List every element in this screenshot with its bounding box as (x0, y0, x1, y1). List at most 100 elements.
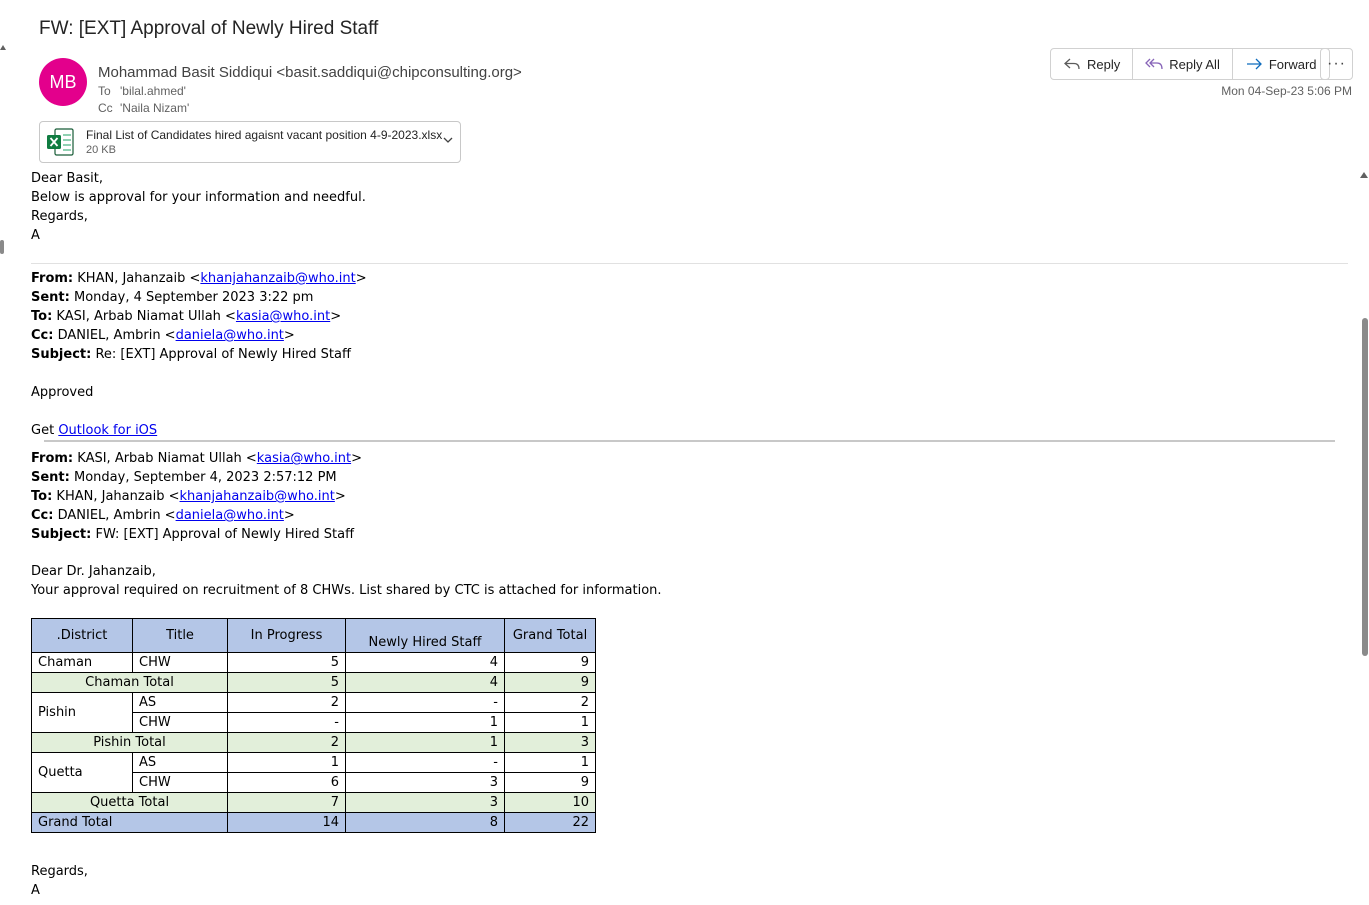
table-cell: Quetta (31, 752, 133, 793)
outlook-footer: Get Outlook for iOS (31, 423, 158, 438)
chevron-down-icon[interactable] (442, 134, 454, 146)
table-cell: 1 (345, 712, 505, 733)
table-cell: 3 (345, 792, 505, 813)
table-cell: 9 (504, 772, 596, 793)
avatar: MB (39, 58, 87, 106)
table-cell: CHW (132, 712, 228, 733)
fwd1-cc: Cc: DANIEL, Ambrin <daniela@who.int> (31, 328, 295, 343)
avatar-initials: MB (49, 71, 77, 92)
table-cell: - (227, 712, 346, 733)
table-row: Chaman CHW 5 4 9 (31, 652, 596, 673)
fwd2-to: To: KHAN, Jahanzaib <khanjahanzaib@who.i… (31, 489, 346, 504)
table-cell: 5 (227, 672, 346, 693)
fwd2-subject: Subject: FW: [EXT] Approval of Newly Hir… (31, 527, 355, 542)
fwd2-sent: Sent: Monday, September 4, 2023 2:57:12 … (31, 470, 337, 485)
table-cell: - (345, 752, 505, 773)
table-row: Pishin AS 2 - 2 (31, 692, 596, 733)
table-cell: - (345, 692, 505, 713)
table-cell: Chaman (31, 652, 133, 673)
greeting-line-3: Regards, (31, 209, 88, 224)
cc-line: Cc 'Naila Nizam' (98, 101, 189, 115)
fwd2-body: Your approval required on recruitment of… (31, 583, 662, 598)
sender-name[interactable]: Mohammad Basit Siddiqui <basit.saddiqui@… (98, 64, 522, 81)
table-cell: 2 (227, 692, 346, 713)
left-scroll-thumb[interactable] (0, 240, 4, 254)
fwd1-subject: Subject: Re: [EXT] Approval of Newly Hir… (31, 347, 351, 362)
table-cell: CHW (132, 772, 228, 793)
reply-button[interactable]: Reply (1051, 49, 1134, 79)
table-cell: Grand Total (31, 812, 228, 833)
greeting-line-4: A (31, 228, 40, 243)
table-cell: 6 (227, 772, 346, 793)
table-cell: 10 (504, 792, 596, 813)
table-cell: 2 (227, 732, 346, 753)
to-label: To (98, 84, 111, 98)
table-cell: 1 (504, 712, 596, 733)
action-toolbar: Reply Reply All Forward (1050, 48, 1330, 80)
greeting-line-2: Below is approval for your information a… (31, 190, 366, 205)
fwd2-to-email-link[interactable]: khanjahanzaib@who.int (180, 489, 335, 504)
to-recipient[interactable]: 'bilal.ahmed' (120, 84, 186, 98)
divider (44, 440, 1335, 442)
recruitment-table: .District Title In Progress Newly Hired … (31, 618, 596, 833)
table-cell: 3 (504, 732, 596, 753)
email-subject: FW: [EXT] Approval of Newly Hired Staff (39, 18, 379, 39)
fwd1-to-email-link[interactable]: kasia@who.int (236, 309, 330, 324)
table-cell: 22 (504, 812, 596, 833)
table-cell: Pishin (31, 692, 133, 733)
table-cell: 3 (345, 772, 505, 793)
fwd2-cc-email-link[interactable]: daniela@who.int (176, 508, 284, 523)
table-cell: Pishin Total (31, 732, 228, 753)
outlook-for-ios-link[interactable]: Outlook for iOS (58, 423, 157, 438)
table-subtotal-row: Quetta Total 7 3 10 (31, 792, 596, 813)
table-cell: CHW (132, 652, 228, 673)
fwd1-cc-email-link[interactable]: daniela@who.int (176, 328, 284, 343)
excel-icon (47, 128, 74, 156)
table-header-row: .District Title In Progress Newly Hired … (31, 618, 596, 653)
ellipsis-icon: ··· (1327, 55, 1346, 72)
table-header: Title (132, 618, 228, 653)
fwd1-sent: Sent: Monday, 4 September 2023 3:22 pm (31, 290, 314, 305)
reply-icon (1064, 58, 1080, 70)
reply-all-label: Reply All (1169, 56, 1220, 72)
reply-label: Reply (1087, 56, 1121, 72)
table-cell: Quetta Total (31, 792, 228, 813)
table-header: .District (31, 618, 133, 653)
table-cell: 1 (504, 752, 596, 773)
left-scroll-up-arrow[interactable] (0, 45, 6, 50)
forward-label: Forward (1268, 56, 1317, 72)
table-header: In Progress (227, 618, 346, 653)
fwd2-from: From: KASI, Arbab Niamat Ullah <kasia@wh… (31, 451, 362, 466)
fwd2-from-email-link[interactable]: kasia@who.int (257, 451, 351, 466)
reply-all-button[interactable]: Reply All (1133, 49, 1233, 79)
cc-recipient[interactable]: 'Naila Nizam' (120, 101, 189, 115)
table-cell: 9 (504, 652, 596, 673)
greeting-line-1: Dear Basit, (31, 171, 103, 186)
table-cell: 7 (227, 792, 346, 813)
closing-line-1: Regards, (31, 864, 88, 879)
table-cell: 9 (504, 672, 596, 693)
attachment-size: 20 KB (86, 144, 116, 156)
forward-icon (1246, 58, 1262, 70)
table-cell: 14 (227, 812, 346, 833)
table-cell: 4 (345, 672, 505, 693)
attachment-card[interactable]: Final List of Candidates hired agaisnt v… (39, 121, 461, 163)
divider (31, 263, 1348, 264)
scrollbar-thumb[interactable] (1362, 318, 1368, 656)
scroll-up-arrow[interactable] (1360, 172, 1368, 178)
table-cell: 4 (345, 652, 505, 673)
table-header: Grand Total (504, 618, 596, 653)
reply-all-icon (1145, 58, 1163, 70)
more-options-button[interactable]: ··· (1320, 48, 1353, 80)
forward-button[interactable]: Forward (1233, 49, 1329, 79)
table-cell: AS (132, 752, 228, 773)
cc-label: Cc (98, 101, 113, 115)
table-cell: Chaman Total (31, 672, 228, 693)
table-grand-total-row: Grand Total 14 8 22 (31, 812, 596, 833)
fwd1-from-email-link[interactable]: khanjahanzaib@who.int (200, 271, 355, 286)
table-header: Newly Hired Staff (345, 618, 505, 653)
table-cell: 5 (227, 652, 346, 673)
table-cell: AS (132, 692, 228, 713)
table-cell: 2 (504, 692, 596, 713)
closing-line-2: A (31, 883, 40, 898)
